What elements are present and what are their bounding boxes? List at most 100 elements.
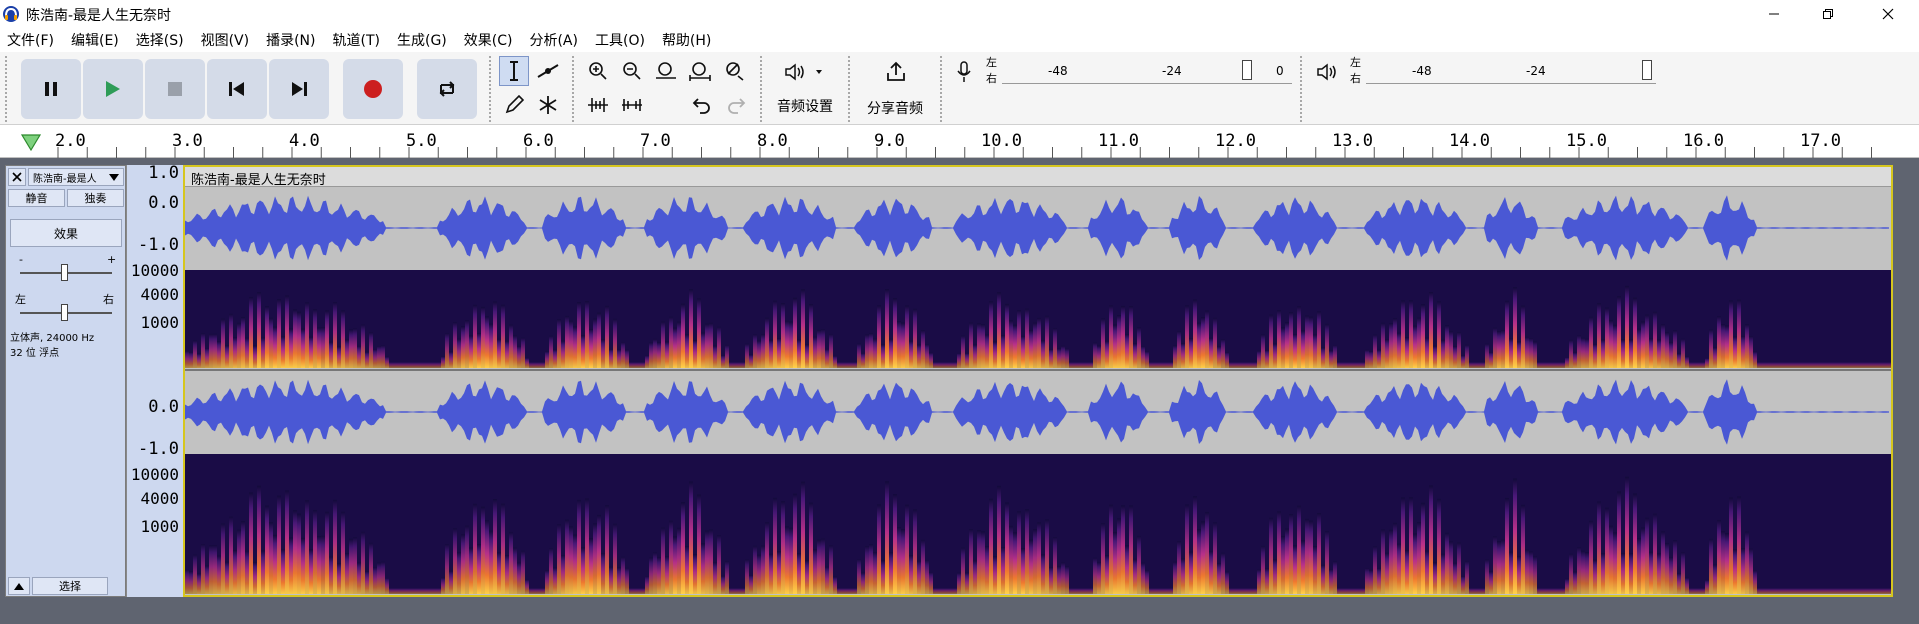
menu-analyze[interactable]: 分析(A) — [529, 30, 578, 50]
skip-to-end-button[interactable] — [269, 59, 329, 119]
effects-label: 效果 — [53, 226, 78, 241]
microphone-icon — [957, 61, 971, 82]
track-name-menu[interactable]: 陈浩南-最是人 — [28, 168, 124, 186]
speaker-icon — [1317, 63, 1336, 81]
ruler-tick-label: 7.0 — [640, 131, 671, 151]
toolbar-grip[interactable] — [940, 56, 946, 122]
toolbar-grip[interactable] — [848, 56, 854, 122]
pencil-icon — [505, 95, 524, 114]
toolbar-grip[interactable] — [572, 56, 578, 122]
select-track-button[interactable]: 选择 — [32, 577, 108, 595]
minimize-button[interactable] — [1751, 0, 1797, 28]
loop-icon — [439, 81, 455, 97]
clip-title: 陈浩南-最是人生无奈时 — [191, 173, 326, 188]
play-button[interactable] — [83, 59, 143, 119]
waveform-spectrogram[interactable] — [185, 187, 1891, 595]
rec-meter-left-label: 左 — [986, 56, 997, 69]
zoom-in-button[interactable] — [583, 56, 613, 86]
gain-slider[interactable] — [61, 264, 68, 281]
menu-generate[interactable]: 生成(G) — [397, 30, 447, 50]
ruler-tick-label: 8.0 — [757, 131, 788, 151]
timeline-ruler[interactable]: 2.0 3.0 4.0 5.0 6.0 7.0 8.0 9.0 10.0 11.… — [0, 125, 1919, 158]
clip-title-bar[interactable]: 陈浩南-最是人生无奈时 — [185, 167, 1891, 188]
share-audio-button[interactable]: 分享音频 — [858, 56, 934, 122]
maximize-button[interactable] — [1805, 0, 1851, 28]
rec-meter-right-label: 右 — [986, 72, 997, 85]
envelope-tool[interactable] — [533, 56, 563, 86]
playback-level-slider[interactable] — [1642, 60, 1652, 80]
spec2-label-10000: 10000 — [130, 465, 179, 484]
recording-meter[interactable]: -48 -24 0 — [1002, 56, 1292, 84]
silence-audio-button[interactable] — [617, 90, 647, 120]
audio-clip[interactable]: 陈浩南-最是人生无奈时 — [183, 165, 1893, 597]
close-button[interactable] — [1865, 0, 1911, 28]
menu-file[interactable]: 文件(F) — [7, 30, 54, 50]
ruler-tick-label: 5.0 — [406, 131, 437, 151]
ruler-tick-label: 4.0 — [289, 131, 320, 151]
track-area: 陈浩南-最是人 静音 独奏 效果 - + 左 右 立体声, 24000 Hz 3… — [0, 158, 1919, 607]
menu-effect[interactable]: 效果(C) — [464, 30, 513, 50]
rec-meter-mark: 0 — [1276, 64, 1284, 78]
menu-select[interactable]: 选择(S) — [136, 30, 184, 50]
toolbar-grip[interactable] — [489, 56, 495, 122]
record-button[interactable] — [343, 59, 403, 119]
track-close-button[interactable] — [8, 168, 26, 186]
toolbar-grip[interactable] — [5, 56, 11, 122]
chevron-up-icon — [14, 583, 24, 590]
audacity-logo-icon — [3, 6, 19, 22]
pause-button[interactable] — [21, 59, 81, 119]
wave2-label-mid: 0.0 — [148, 397, 179, 417]
effects-button[interactable]: 效果 — [10, 219, 122, 247]
fit-selection-button[interactable] — [651, 56, 681, 86]
multi-tool[interactable] — [533, 90, 563, 120]
zoom-toggle-button[interactable] — [719, 56, 749, 86]
zoom-toggle-icon — [726, 62, 744, 81]
menu-tracks[interactable]: 轨道(T) — [333, 30, 380, 50]
zoom-out-button[interactable] — [617, 56, 647, 86]
ibeam-icon — [510, 61, 518, 81]
ruler-tick-label: 17.0 — [1800, 131, 1841, 151]
skip-to-start-button[interactable] — [207, 59, 267, 119]
rec-level-slider[interactable] — [1242, 60, 1252, 80]
ruler-tick-label: 14.0 — [1449, 131, 1490, 151]
ruler-tick-label: 13.0 — [1332, 131, 1373, 151]
menu-transport[interactable]: 播录(N) — [266, 30, 315, 50]
menu-help[interactable]: 帮助(H) — [662, 30, 711, 50]
ruler-tick-label: 15.0 — [1566, 131, 1607, 151]
track-sample-format: 32 位 浮点 — [10, 348, 60, 359]
toolbar-grip[interactable] — [1300, 56, 1306, 122]
restore-icon — [1823, 9, 1833, 19]
zoom-out-icon — [623, 62, 641, 80]
zoom-selection-icon — [656, 62, 676, 79]
pan-left-label: 左 — [15, 293, 26, 306]
solo-button[interactable]: 独奏 — [67, 189, 124, 207]
gain-minus-label: - — [19, 253, 23, 266]
redo-button[interactable] — [721, 90, 751, 120]
toolbar-grip[interactable] — [760, 56, 766, 122]
spec1-label-10000: 10000 — [130, 261, 179, 280]
share-icon — [887, 61, 905, 81]
ruler-tick-label: 10.0 — [981, 131, 1022, 151]
spec2-label-4000: 4000 — [140, 489, 179, 508]
collapse-track-button[interactable] — [8, 577, 30, 595]
stop-button[interactable] — [145, 59, 205, 119]
status-strip — [0, 607, 1919, 624]
draw-tool[interactable] — [499, 90, 529, 120]
audio-setup-button[interactable]: 音频设置 — [770, 56, 842, 122]
playback-meter[interactable]: -48 -24 — [1366, 56, 1656, 84]
mute-button[interactable]: 静音 — [8, 189, 65, 207]
menu-edit[interactable]: 编辑(E) — [71, 30, 119, 50]
vertical-ruler: 1.0 0.0 -1.0 10000 4000 1000 0.0 -1.0 10… — [126, 163, 183, 597]
redo-icon — [728, 98, 746, 114]
menu-tools[interactable]: 工具(O) — [595, 30, 645, 50]
loop-button[interactable] — [417, 59, 477, 119]
spec1-label-1000: 1000 — [140, 313, 179, 332]
selection-tool[interactable] — [499, 56, 529, 86]
pan-slider[interactable] — [61, 304, 68, 321]
undo-button[interactable] — [687, 90, 717, 120]
close-icon — [12, 172, 22, 182]
trim-audio-button[interactable] — [583, 90, 613, 120]
menu-view[interactable]: 视图(V) — [201, 30, 250, 50]
fit-project-button[interactable] — [685, 56, 715, 86]
ruler-tick-label: 9.0 — [874, 131, 905, 151]
